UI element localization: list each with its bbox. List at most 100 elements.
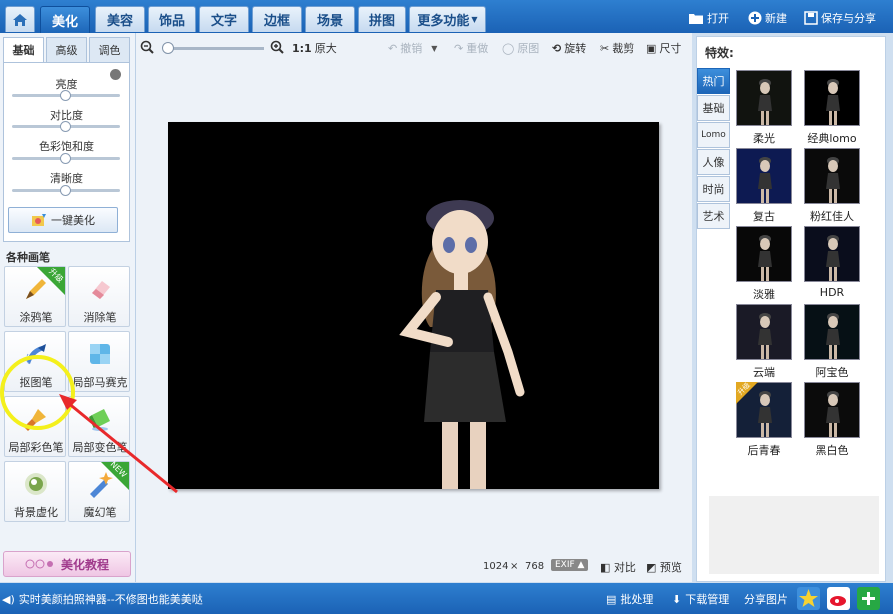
effect-item[interactable]: 淡雅 <box>736 226 792 301</box>
effects-tab-fashion[interactable]: 时尚 <box>697 176 730 202</box>
eraser-brush-button[interactable]: 消除笔 <box>68 266 130 327</box>
effect-label: 淡雅 <box>753 288 775 301</box>
open-button[interactable]: 打开 <box>688 9 729 27</box>
tab-more-features[interactable]: 更多功能 ▼ <box>409 6 486 32</box>
add-button[interactable] <box>857 587 880 610</box>
redo-button[interactable]: ↷ 重做 <box>454 41 489 56</box>
undo-label: 撤销 <box>400 42 423 55</box>
tab-color[interactable]: 调色 <box>89 37 130 63</box>
tab-accessory[interactable]: 饰品 <box>148 6 196 32</box>
magic-brush-label: 魔幻笔 <box>83 506 117 519</box>
effect-item[interactable]: 复古 <box>736 148 792 223</box>
zoom-out-icon[interactable] <box>140 40 154 54</box>
tab-basic[interactable]: 基础 <box>3 37 44 63</box>
zoom-thumb[interactable] <box>162 42 174 54</box>
top-menu-bar: 美化 美容 饰品 文字 边框 场景 拼图 更多功能 ▼ 打开 新建 保存与分享 <box>0 0 893 33</box>
effects-tab-lomo[interactable]: Lomo <box>697 122 730 148</box>
undo-icon: ↶ <box>388 41 398 55</box>
effects-tab-basic[interactable]: 基础 <box>697 95 730 121</box>
effects-panel: 特效: 热门 基础 Lomo 人像 时尚 艺术 柔光 经典lomo 复古 粉红佳人 淡雅… <box>696 36 886 582</box>
brightness-slider[interactable] <box>12 90 120 101</box>
effect-item[interactable]: 柔光 <box>736 70 792 145</box>
effect-item[interactable]: 粉红佳人 <box>804 148 860 223</box>
sharpness-thumb[interactable] <box>60 185 71 196</box>
batch-button[interactable]: ▤ 批处理 <box>606 591 653 607</box>
tab-cosmetic[interactable]: 美容 <box>95 6 145 32</box>
saturation-thumb[interactable] <box>60 153 71 164</box>
contrast-slider[interactable] <box>12 121 120 132</box>
home-button[interactable] <box>5 6 35 32</box>
mosaic-brush-button[interactable]: 局部马赛克 <box>68 331 130 392</box>
chevron-down-icon: ▼ <box>471 15 478 24</box>
effect-preview-figure <box>758 157 772 203</box>
compare-icon: ◧ <box>600 561 611 574</box>
promo-tip[interactable]: ◀) 实时美颜拍照神器--不修图也能美美哒 <box>2 591 203 607</box>
compare-button[interactable]: ◧ 对比 <box>600 559 636 575</box>
save-share-label: 保存与分享 <box>821 12 876 25</box>
tab-beautify[interactable]: 美化 <box>40 6 90 33</box>
effect-item[interactable]: 黑白色 <box>804 382 860 457</box>
preview-button[interactable]: ◩ 预览 <box>646 559 682 575</box>
effect-label: 阿宝色 <box>815 366 849 379</box>
effect-thumbnail <box>804 226 860 282</box>
batch-label: 批处理 <box>620 593 654 606</box>
mosaic-brush-label: 局部马赛克 <box>72 376 128 389</box>
plus-circle-icon <box>748 11 762 25</box>
resize-label: 尺寸 <box>659 42 682 55</box>
sharpness-slider[interactable] <box>12 185 120 196</box>
tab-text[interactable]: 文字 <box>199 6 249 32</box>
effect-item[interactable]: 阿宝色 <box>804 304 860 379</box>
doodle-brush-label: 涂鸦笔 <box>19 311 53 324</box>
effect-item[interactable]: 升级 后青春 <box>736 381 792 457</box>
size-times: × <box>510 561 519 572</box>
eraser-brush-label: 消除笔 <box>83 311 117 324</box>
undo-button[interactable]: ↶ 撤销 ▼ <box>388 41 437 56</box>
rotate-label: 旋转 <box>564 42 587 55</box>
redo-label: 重做 <box>466 42 489 55</box>
tab-scene[interactable]: 场景 <box>305 6 355 32</box>
photo-canvas[interactable] <box>168 122 659 489</box>
resize-button[interactable]: ▣ 尺寸 <box>646 41 682 56</box>
mosaic-icon <box>90 344 110 364</box>
image-height: 768 <box>525 561 545 572</box>
beautify-tutorial-button[interactable]: 美化教程 <box>3 551 131 577</box>
download-manager-button[interactable]: ⬇ 下载管理 <box>672 591 729 607</box>
effect-thumbnail <box>804 70 860 126</box>
tab-collage[interactable]: 拼图 <box>358 6 406 32</box>
zoom-in-icon[interactable] <box>270 40 284 54</box>
saturation-slider[interactable] <box>12 153 120 164</box>
one-key-beautify-button[interactable]: 一键美化 <box>8 207 118 233</box>
new-button[interactable]: 新建 <box>748 9 787 27</box>
effects-tab-hot[interactable]: 热门 <box>697 68 730 94</box>
favorite-star-button[interactable] <box>797 587 820 610</box>
brightness-thumb[interactable] <box>60 90 71 101</box>
crop-button[interactable]: ✂ 裁剪 <box>600 41 634 56</box>
effects-empty-area <box>709 496 879 574</box>
tab-frame[interactable]: 边框 <box>252 6 302 32</box>
image-status-line: 1024 × 768 EXIF ▲ ◧ 对比 ◩ 预览 <box>136 558 692 576</box>
exif-button[interactable]: EXIF ▲ <box>551 559 589 571</box>
effects-tab-portrait[interactable]: 人像 <box>697 149 730 175</box>
weibo-button[interactable] <box>827 587 850 610</box>
effect-thumbnail <box>736 226 792 282</box>
new-label: 新建 <box>765 12 787 25</box>
effects-tab-art[interactable]: 艺术 <box>697 203 730 229</box>
effect-item[interactable]: 云端 <box>736 304 792 379</box>
effect-label: HDR <box>819 286 845 299</box>
effect-item[interactable]: HDR <box>804 226 860 299</box>
effect-preview-figure <box>826 235 840 281</box>
download-label: 下载管理 <box>685 593 730 606</box>
original-image-button[interactable]: ◯ 原图 <box>502 41 539 56</box>
doodle-brush-button[interactable]: 升级 涂鸦笔 <box>4 266 66 327</box>
effect-thumbnail <box>804 148 860 204</box>
save-share-button[interactable]: 保存与分享 <box>804 9 876 27</box>
rotate-button[interactable]: ⟲ 旋转 <box>552 41 587 56</box>
contrast-thumb[interactable] <box>60 121 71 132</box>
one-key-label: 一键美化 <box>51 214 95 227</box>
tab-advanced[interactable]: 高级 <box>46 37 87 63</box>
zoom-slider[interactable] <box>162 42 264 54</box>
share-image-button[interactable]: 分享图片 <box>744 591 788 607</box>
effect-item[interactable]: 经典lomo <box>804 70 860 145</box>
original-size-button[interactable]: 1:1 原大 <box>292 41 337 56</box>
effect-thumbnail <box>736 70 792 126</box>
